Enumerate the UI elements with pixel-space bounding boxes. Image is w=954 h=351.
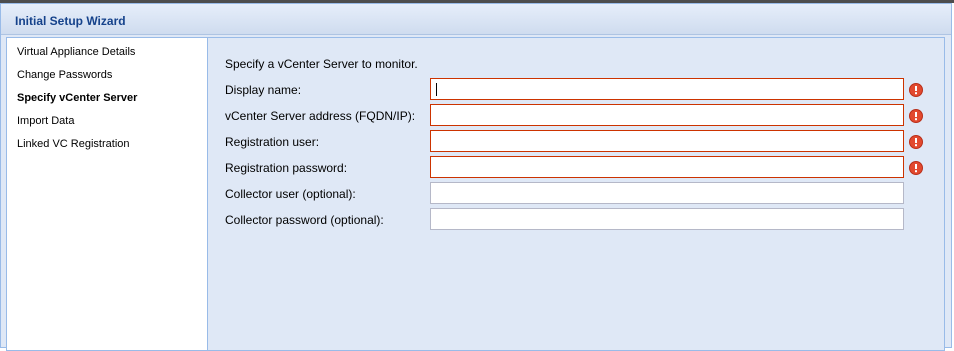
display-name-field[interactable] — [430, 78, 904, 100]
text-caret — [436, 83, 437, 96]
nav-item-linked-vc-registration[interactable]: Linked VC Registration — [17, 138, 130, 150]
nav-item-specify-vcenter-server[interactable]: Specify vCenter Server — [17, 92, 137, 104]
wizard-steps-nav: Virtual Appliance Details Change Passwor… — [7, 38, 208, 350]
collector-password-field[interactable] — [430, 208, 904, 230]
nav-item-virtual-appliance-details[interactable]: Virtual Appliance Details — [17, 46, 135, 58]
vcenter-address-label: vCenter Server address (FQDN/IP): — [225, 109, 416, 123]
exclamation-circle-icon — [909, 109, 923, 123]
collector-user-field[interactable] — [430, 182, 904, 204]
vcenter-address-field[interactable] — [430, 104, 904, 126]
wizard-body: Virtual Appliance Details Change Passwor… — [6, 37, 945, 351]
nav-item-change-passwords[interactable]: Change Passwords — [17, 69, 112, 81]
registration-user-label: Registration user: — [225, 135, 320, 149]
registration-user-field[interactable] — [430, 130, 904, 152]
nav-item-import-data[interactable]: Import Data — [17, 115, 74, 127]
collector-user-label: Collector user (optional): — [225, 187, 356, 201]
exclamation-circle-icon — [909, 161, 923, 175]
form-panel: Specify a vCenter Server to monitor. Dis… — [208, 38, 944, 350]
registration-password-label: Registration password: — [225, 161, 348, 175]
exclamation-circle-icon — [909, 83, 923, 97]
wizard-window: Initial Setup Wizard Virtual Appliance D… — [0, 3, 952, 351]
form-intro-text: Specify a vCenter Server to monitor. — [225, 57, 418, 71]
wizard-titlebar: Initial Setup Wizard — [1, 4, 951, 35]
registration-password-field[interactable] — [430, 156, 904, 178]
wizard-title: Initial Setup Wizard — [15, 14, 126, 28]
display-name-label: Display name: — [225, 83, 302, 97]
exclamation-circle-icon — [909, 135, 923, 149]
collector-password-label: Collector password (optional): — [225, 213, 384, 227]
